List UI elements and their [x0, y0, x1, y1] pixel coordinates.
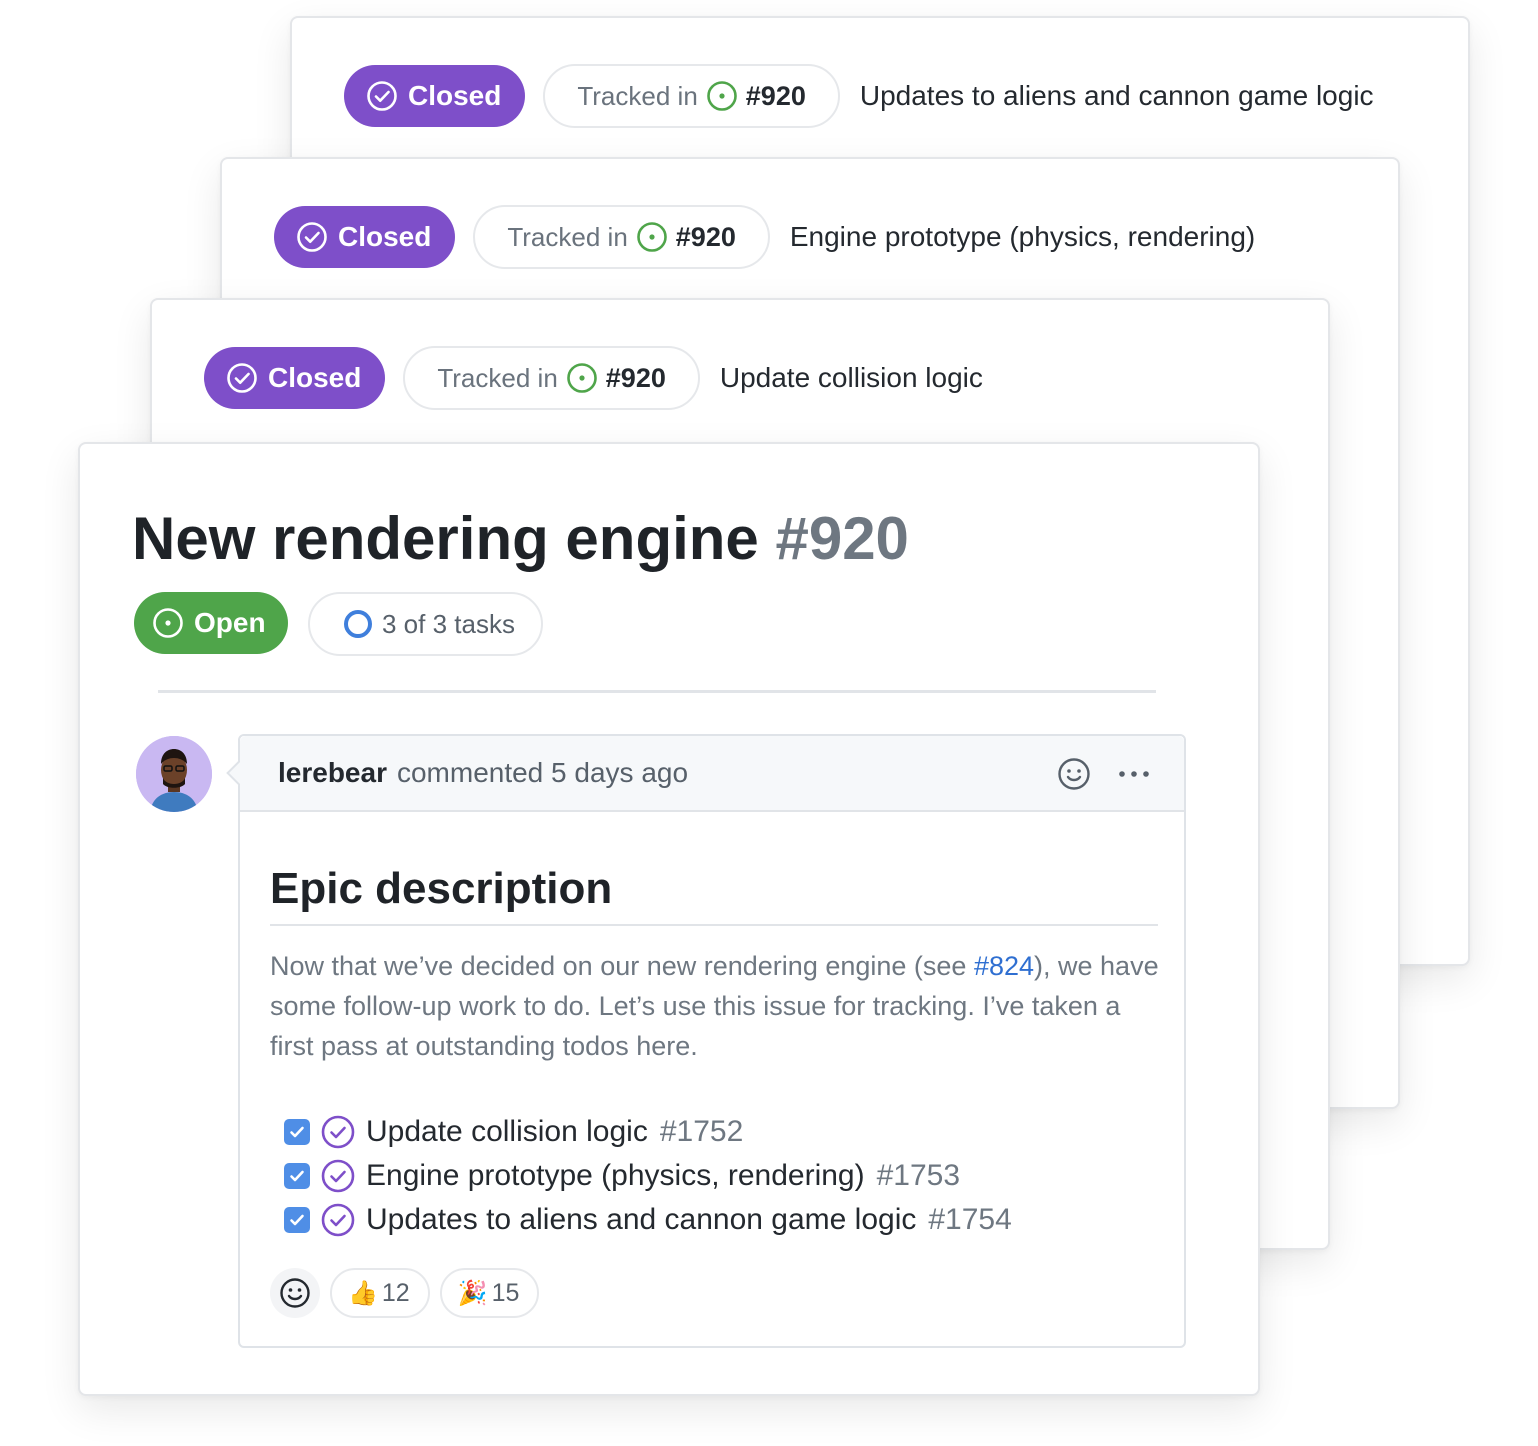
- issue-open-icon: [636, 222, 667, 252]
- task-number: #1752: [659, 1115, 744, 1148]
- issue-link[interactable]: #824: [974, 951, 1034, 981]
- check-circle-icon: [297, 222, 327, 252]
- issue-open-icon: [706, 81, 737, 111]
- issue-title-text: New rendering engine: [132, 505, 759, 572]
- avatar[interactable]: [136, 736, 212, 812]
- closed-status-badge: Closed: [274, 206, 456, 268]
- checkmark-icon: [290, 1214, 304, 1226]
- issue-title: New rendering engine #920: [132, 504, 909, 573]
- tracked-in-link[interactable]: Tracked in #920: [403, 346, 700, 410]
- open-status-badge: Open: [134, 592, 288, 654]
- party-popper-icon: 🎉: [457, 1279, 488, 1307]
- closed-status-label: Closed: [338, 221, 432, 252]
- issue-card: New rendering engine #920 Open 3 of 3 ta…: [78, 442, 1260, 1396]
- check-circle-icon: [321, 1159, 355, 1193]
- comment-timestamp: commented 5 days ago: [396, 757, 689, 788]
- header-divider: [158, 690, 1156, 693]
- kebab-horizontal-icon[interactable]: [1114, 756, 1154, 792]
- check-circle-icon: [321, 1203, 355, 1237]
- reaction-tada[interactable]: 🎉 15: [439, 1268, 540, 1318]
- paragraph-text-start: Now that we’ve decided on our new render…: [270, 951, 974, 981]
- issue-number: #920: [775, 505, 909, 572]
- tasks-progress-label: 3 of 3 tasks: [382, 608, 515, 639]
- task-checkbox[interactable]: [284, 1163, 310, 1189]
- task-item: Updates to aliens and cannon game logic …: [284, 1198, 1158, 1242]
- tracked-in-label: Tracked in: [437, 362, 558, 393]
- reaction-thumbs-up[interactable]: 👍 12: [330, 1268, 430, 1318]
- tracked-in-number: #920: [745, 80, 806, 111]
- closed-status-badge: Closed: [344, 65, 526, 127]
- tracked-issue-title[interactable]: Update collision logic: [720, 362, 983, 394]
- user-avatar-image: [136, 736, 212, 812]
- task-checkbox[interactable]: [284, 1119, 310, 1145]
- comment-header: lerebear commented 5 days ago: [240, 736, 1184, 812]
- check-circle-icon: [321, 1115, 355, 1149]
- tracked-issue-title[interactable]: Engine prototype (physics, rendering): [790, 221, 1255, 253]
- tracked-issue-title[interactable]: Updates to aliens and cannon game logic: [860, 80, 1374, 112]
- task-item: Update collision logic #1752: [284, 1110, 1158, 1154]
- task-checkbox[interactable]: [284, 1207, 310, 1233]
- reaction-count: 15: [491, 1278, 520, 1307]
- task-title[interactable]: Engine prototype (physics, rendering): [366, 1159, 865, 1193]
- task-title[interactable]: Updates to aliens and cannon game logic: [366, 1203, 916, 1237]
- reactions-bar: 👍 12 🎉 15: [270, 1268, 1158, 1318]
- tracked-issue-row: Closed Tracked in #920 Engine prototype …: [274, 205, 1255, 269]
- task-list: Update collision logic #1752 Engine prot…: [270, 1110, 1158, 1242]
- check-circle-icon: [227, 363, 257, 393]
- task-number: #1753: [876, 1159, 961, 1192]
- tracked-in-link[interactable]: Tracked in #920: [473, 205, 770, 269]
- closed-status-label: Closed: [268, 362, 362, 393]
- tracked-issue-row: Closed Tracked in #920 Updates to aliens…: [344, 64, 1374, 128]
- tracked-in-number: #920: [605, 362, 666, 393]
- closed-status-label: Closed: [408, 80, 502, 111]
- comment-heading: Epic description: [270, 864, 1158, 926]
- tracked-issue-row: Closed Tracked in #920 Update collision …: [204, 346, 983, 410]
- comment-body: Epic description Now that we’ve decided …: [240, 812, 1184, 1318]
- tracked-in-label: Tracked in: [577, 80, 698, 111]
- open-status-label: Open: [194, 607, 266, 638]
- comment-box: lerebear commented 5 days ago Epic descr…: [226, 734, 1186, 1348]
- task-title[interactable]: Update collision logic: [366, 1115, 648, 1149]
- smiley-icon[interactable]: [1056, 756, 1092, 792]
- task-number: #1754: [928, 1203, 1012, 1236]
- add-reaction-button[interactable]: [270, 1268, 320, 1318]
- tracked-in-label: Tracked in: [507, 221, 628, 252]
- issue-open-icon: [566, 363, 597, 393]
- reaction-count: 12: [381, 1278, 410, 1307]
- progress-ring-icon: [344, 610, 372, 638]
- task-item: Engine prototype (physics, rendering) #1…: [284, 1154, 1158, 1198]
- closed-status-badge: Closed: [204, 347, 386, 409]
- thumbs-up-icon: 👍: [348, 1279, 378, 1307]
- smiley-icon: [280, 1278, 310, 1308]
- checkmark-icon: [290, 1170, 304, 1182]
- tasks-progress-pill[interactable]: 3 of 3 tasks: [308, 592, 543, 656]
- checkmark-icon: [290, 1126, 304, 1138]
- tracked-in-link[interactable]: Tracked in #920: [543, 64, 840, 128]
- issue-open-icon: [153, 608, 183, 638]
- comment-paragraph: Now that we’ve decided on our new render…: [270, 946, 1160, 1066]
- check-circle-icon: [367, 81, 397, 111]
- tracked-in-number: #920: [675, 221, 736, 252]
- comment-author[interactable]: lerebear: [278, 757, 387, 789]
